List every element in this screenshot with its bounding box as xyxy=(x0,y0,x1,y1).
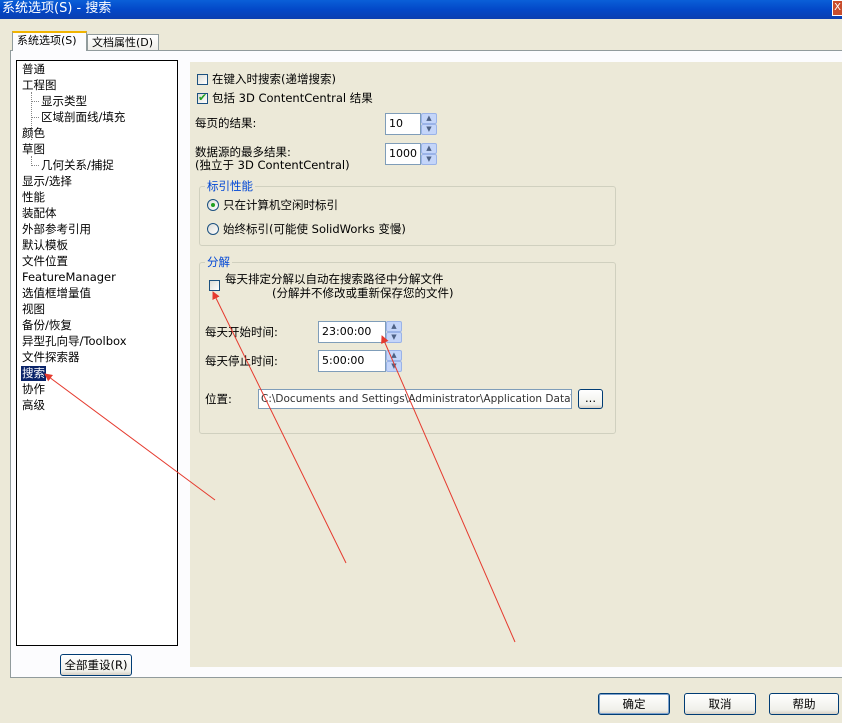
start-time-label: 每天开始时间: xyxy=(205,325,278,339)
tree-item-area-hatch[interactable]: 区域剖面线/填充 xyxy=(40,110,126,125)
tree-item-collaboration[interactable]: 协作 xyxy=(21,382,46,397)
help-button[interactable]: 帮助 xyxy=(769,693,839,715)
tree-item-performance[interactable]: 性能 xyxy=(21,190,46,205)
max-results-label: 数据源的最多结果: xyxy=(195,145,291,159)
stop-time-input[interactable]: 5:00:00 xyxy=(318,350,386,372)
dissection-group-title: 分解 xyxy=(205,255,232,269)
options-tree[interactable]: 普通 工程图 显示类型 区域剖面线/填充 颜色 草图 几何关系/捕捉 显示/选择… xyxy=(16,60,178,646)
spin-up-icon[interactable]: ▲ xyxy=(386,350,402,361)
results-per-page-input[interactable]: 10 xyxy=(385,113,421,135)
index-idle-label: 只在计算机空闲时标引 xyxy=(223,198,338,212)
max-results-input[interactable]: 1000 xyxy=(385,143,421,165)
index-idle-radio[interactable] xyxy=(207,199,219,211)
location-label: 位置: xyxy=(205,392,232,406)
index-always-label: 始终标引(可能使 SolidWorks 变慢) xyxy=(223,222,406,236)
tree-connector xyxy=(31,101,39,102)
ok-button[interactable]: 确定 xyxy=(598,693,670,715)
tree-item-sketch[interactable]: 草图 xyxy=(21,142,46,157)
indexing-group xyxy=(199,186,616,246)
tree-item-general[interactable]: 普通 xyxy=(21,62,46,77)
cancel-button[interactable]: 取消 xyxy=(684,693,756,715)
spin-up-icon[interactable]: ▲ xyxy=(421,143,437,154)
spin-down-icon[interactable]: ▼ xyxy=(386,361,402,372)
spin-up-icon[interactable]: ▲ xyxy=(421,113,437,124)
title-bar: 系统选项(S) - 搜索 xyxy=(0,0,842,19)
tree-item-display-style[interactable]: 显示类型 xyxy=(40,94,88,109)
incremental-search-label: 在键入时搜索(递增搜索) xyxy=(212,72,336,86)
schedule-dissection-note: (分解并不修改或重新保存您的文件) xyxy=(272,286,454,300)
location-input[interactable]: C:\Documents and Settings\Administrator\… xyxy=(258,389,572,409)
max-results-sublabel: (独立于 3D ContentCentral) xyxy=(195,158,350,172)
tree-item-backup-recover[interactable]: 备份/恢复 xyxy=(21,318,73,333)
tab-system-options[interactable]: 系统选项(S) xyxy=(12,31,87,51)
tree-item-external-references[interactable]: 外部参考引用 xyxy=(21,222,92,237)
tree-item-featuremanager[interactable]: FeatureManager xyxy=(21,270,117,285)
tree-item-default-templates[interactable]: 默认模板 xyxy=(21,238,69,253)
reset-all-button[interactable]: 全部重设(R) xyxy=(60,654,132,676)
tree-item-search[interactable]: 搜索 xyxy=(21,366,46,381)
tree-item-hole-wizard-toolbox[interactable]: 异型孔向导/Toolbox xyxy=(21,334,128,349)
results-per-page-label: 每页的结果: xyxy=(195,116,257,130)
start-time-input[interactable]: 23:00:00 xyxy=(318,321,386,343)
spin-down-icon[interactable]: ▼ xyxy=(421,124,437,135)
tree-connector xyxy=(31,156,32,164)
schedule-dissection-checkbox[interactable] xyxy=(209,280,220,291)
browse-button[interactable]: ... xyxy=(578,389,603,409)
tree-item-spin-box-increments[interactable]: 选值框增量值 xyxy=(21,286,92,301)
include-3d-label: 包括 3D ContentCentral 结果 xyxy=(212,91,373,105)
tree-connector xyxy=(31,165,39,166)
tree-item-colors[interactable]: 颜色 xyxy=(21,126,46,141)
include-3d-checkbox[interactable] xyxy=(197,91,208,104)
tree-item-file-explorer[interactable]: 文件探索器 xyxy=(21,350,81,365)
spin-down-icon[interactable]: ▼ xyxy=(421,154,437,165)
tree-item-drawings[interactable]: 工程图 xyxy=(21,78,58,93)
tree-item-assemblies[interactable]: 装配体 xyxy=(21,206,58,221)
tree-item-display-selection[interactable]: 显示/选择 xyxy=(21,174,73,189)
schedule-dissection-label: 每天排定分解以自动在搜索路径中分解文件 xyxy=(225,272,444,286)
stop-time-label: 每天停止时间: xyxy=(205,354,278,368)
tree-connector xyxy=(31,117,39,118)
window-title: 系统选项(S) - 搜索 xyxy=(2,1,112,16)
spin-up-icon[interactable]: ▲ xyxy=(386,321,402,332)
tree-item-file-locations[interactable]: 文件位置 xyxy=(21,254,69,269)
spin-down-icon[interactable]: ▼ xyxy=(386,332,402,343)
incremental-search-checkbox[interactable] xyxy=(197,74,208,85)
tree-item-view[interactable]: 视图 xyxy=(21,302,46,317)
tree-item-advanced[interactable]: 高级 xyxy=(21,398,46,413)
indexing-group-title: 标引性能 xyxy=(205,179,255,193)
index-always-radio[interactable] xyxy=(207,223,219,235)
tree-item-relations-snaps[interactable]: 几何关系/捕捉 xyxy=(40,158,115,173)
close-icon[interactable]: X xyxy=(832,0,842,16)
